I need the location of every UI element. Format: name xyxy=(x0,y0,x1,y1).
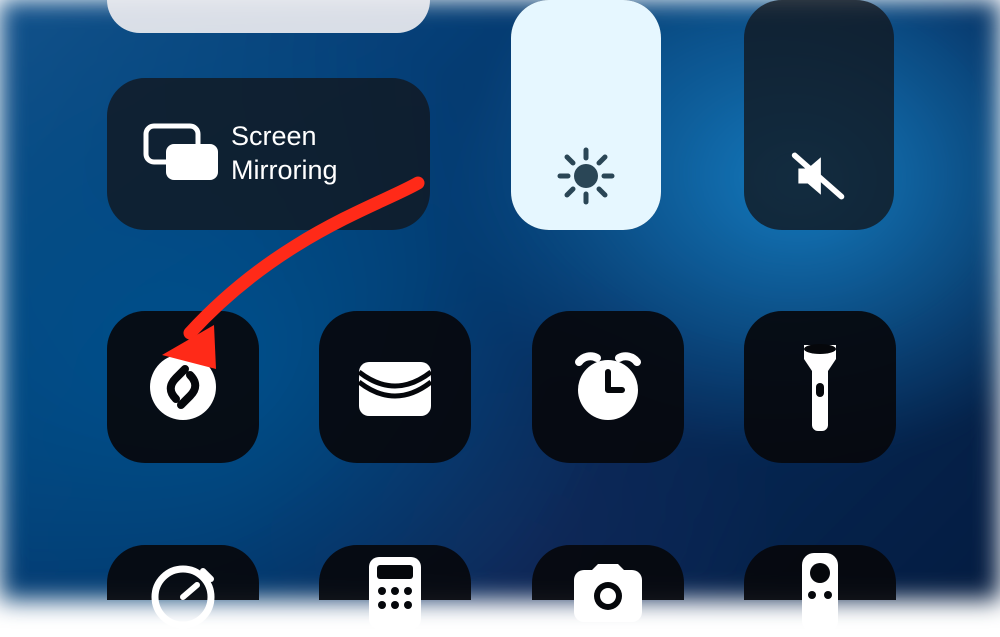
control-center: Screen Mirroring xyxy=(0,0,1000,600)
screen-mirroring-icon xyxy=(135,122,231,186)
volume-slider[interactable] xyxy=(744,0,894,230)
brightness-slider[interactable] xyxy=(511,0,661,230)
screen-mirroring-label: Screen Mirroring xyxy=(231,120,338,188)
calculator-button[interactable] xyxy=(319,545,471,600)
calculator-icon xyxy=(365,553,425,633)
screen-mirroring-button[interactable]: Screen Mirroring xyxy=(107,78,430,230)
wallet-icon xyxy=(353,352,437,422)
apple-tv-remote-icon xyxy=(798,549,842,637)
flashlight-icon xyxy=(794,341,846,433)
flashlight-button[interactable] xyxy=(744,311,896,463)
stopwatch-icon xyxy=(145,555,221,631)
alarm-clock-icon xyxy=(567,346,649,428)
speaker-slash-icon xyxy=(789,146,849,206)
alarm-button[interactable] xyxy=(532,311,684,463)
now-playing-card-partial[interactable] xyxy=(107,0,430,33)
camera-button[interactable] xyxy=(532,545,684,600)
apple-tv-remote-button[interactable] xyxy=(744,545,896,600)
sun-max-icon xyxy=(556,146,616,206)
camera-icon xyxy=(566,562,650,626)
stopwatch-button[interactable] xyxy=(107,545,259,600)
shazam-icon xyxy=(143,347,223,427)
wallet-button[interactable] xyxy=(319,311,471,463)
shazam-music-recognition-button[interactable] xyxy=(107,311,259,463)
